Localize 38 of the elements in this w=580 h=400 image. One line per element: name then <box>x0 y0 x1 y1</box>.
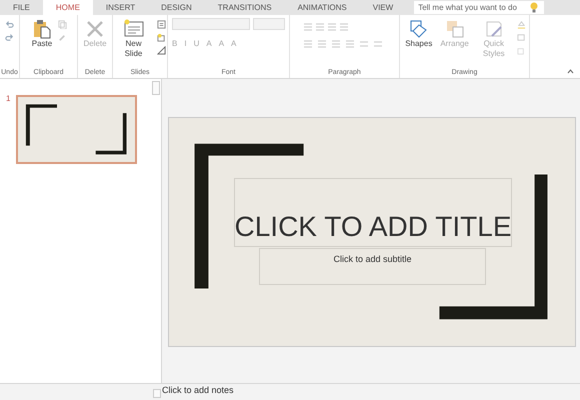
section-icon[interactable] <box>156 46 166 55</box>
notes-placeholder[interactable]: Click to add notes <box>162 385 234 395</box>
undo-icon[interactable] <box>5 20 14 29</box>
effects-icon[interactable] <box>516 46 526 55</box>
layout-icon[interactable] <box>156 20 166 29</box>
shapes-icon <box>408 19 429 39</box>
font-combo[interactable] <box>172 18 250 30</box>
ribbon-tab[interactable]: HOME <box>42 0 93 15</box>
subtitle-placeholder[interactable]: Click to add subtitle <box>259 248 486 285</box>
ribbon-button[interactable]: New Slide <box>114 18 152 60</box>
new-slide-icon <box>124 19 144 39</box>
scroll-up-button[interactable] <box>152 81 160 95</box>
fill-icon[interactable] <box>516 20 526 29</box>
size-combo[interactable] <box>253 18 285 30</box>
quick-styles-icon <box>484 19 504 39</box>
ribbon-button[interactable]: Shapes <box>403 18 434 50</box>
ribbon-tab[interactable]: INSERT <box>92 0 148 15</box>
reset-icon[interactable] <box>156 33 166 42</box>
ribbon-tab[interactable]: ANIMATIONS <box>284 0 360 15</box>
redo-icon[interactable] <box>5 33 14 42</box>
ribbon-tab[interactable]: VIEW <box>360 0 406 15</box>
copy-icon[interactable] <box>58 20 68 29</box>
brush-icon[interactable] <box>58 33 68 42</box>
ribbon-tab[interactable]: FILE <box>0 0 43 15</box>
arrange-icon <box>444 19 465 39</box>
delete-icon <box>85 19 105 39</box>
title-placeholder[interactable]: CLICK TO ADD TITLE <box>234 178 512 247</box>
slide-thumbnail[interactable] <box>16 95 138 164</box>
ribbon-tab[interactable]: TRANSITIONS <box>204 0 285 15</box>
paste-icon <box>32 19 52 39</box>
tell-me-field[interactable]: Tell me what you want to do <box>414 1 544 14</box>
ribbon-tab[interactable]: DESIGN <box>148 0 205 15</box>
ribbon-button[interactable]: Paste <box>30 18 54 50</box>
scroll-down-button[interactable] <box>153 389 161 398</box>
collapse-icon[interactable] <box>567 69 574 74</box>
slide-number: 1 <box>6 94 10 103</box>
list-icons-drawing <box>304 23 350 31</box>
outline-icon[interactable] <box>516 33 526 42</box>
